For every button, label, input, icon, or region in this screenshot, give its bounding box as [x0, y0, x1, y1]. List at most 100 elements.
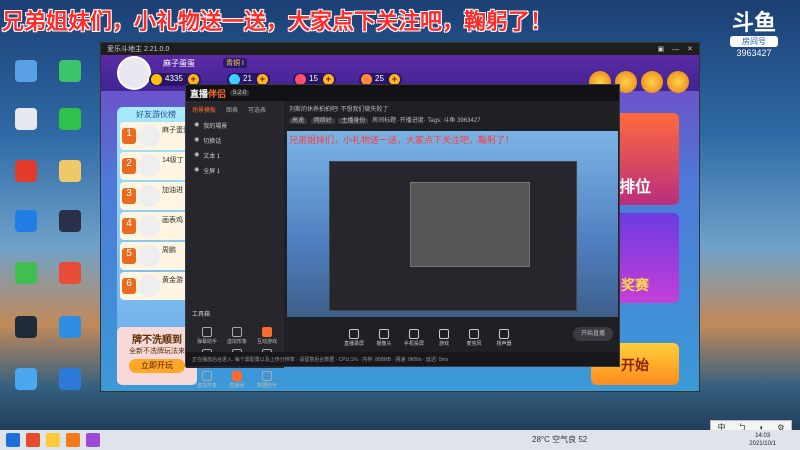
desktop-icon[interactable]	[48, 316, 92, 340]
avatar[interactable]	[117, 56, 151, 90]
friend-name: 加油进	[162, 187, 183, 194]
taskbar-app-icon[interactable]	[26, 433, 40, 447]
game-titlebar: 爱乐斗地主 2.21.0.0 ▣ — ✕	[101, 43, 699, 55]
friend-row[interactable]: 6 黄金游	[120, 272, 192, 300]
friend-row[interactable]: 5 周鹏	[120, 242, 192, 270]
room-label: 房间号	[730, 36, 778, 47]
scene-item[interactable]: ◉ 切换话	[186, 133, 284, 148]
restore-button[interactable]: ▣	[658, 45, 665, 53]
stream-app-window: 直播伴侣 5.2.0 场景模板 图表 可选表 ◉ 我的場景 ◉ 切换话 ◉ 文本 1 …	[185, 84, 620, 389]
eye-icon[interactable]: ◉	[194, 121, 199, 130]
stream-info: 刘斯的休养拍拍吧! 不想我们做失败了 高速 网络好 主播身份 房间标题 ·开播进…	[285, 101, 620, 125]
desktop-icon[interactable]	[48, 60, 92, 84]
desktop-icon[interactable]	[4, 368, 48, 392]
taskbar-app-icon[interactable]	[86, 433, 100, 447]
mic-icon	[469, 329, 479, 339]
tool-room[interactable]: 直播间	[222, 371, 252, 389]
scene-item[interactable]: ◉ 全屏 1	[186, 163, 284, 178]
toolbox-title: 工具箱	[192, 312, 211, 318]
friend-row[interactable]: 3 加油进	[120, 182, 192, 210]
room-number: 3963427	[736, 48, 772, 58]
eye-icon[interactable]: ◉	[194, 136, 199, 145]
coin-icon	[151, 74, 162, 85]
tool-danmaku[interactable]: 弹幕助手	[192, 327, 222, 345]
taskbar-app-icon[interactable]	[66, 433, 80, 447]
diamond-value: 21	[243, 74, 252, 83]
eye-icon[interactable]: ◉	[194, 166, 199, 175]
minimize-button[interactable]: —	[672, 46, 679, 53]
tag[interactable]: 主播身份	[338, 118, 369, 124]
desktop-icon[interactable]	[48, 210, 92, 234]
desktop-icon[interactable]	[4, 262, 48, 286]
microphone-button[interactable]: 麦克风	[463, 329, 485, 347]
screen-record-button[interactable]: 直播录屏	[343, 329, 365, 347]
camera-icon	[379, 329, 389, 339]
preview-caption: 兄弟姐妹们，小礼物送一送，大家点下关注吧，鞠躬了！	[289, 135, 515, 145]
friend-name: 黄金游	[162, 277, 183, 284]
mail-icon[interactable]	[641, 71, 663, 93]
desktop-icon[interactable]	[4, 60, 48, 84]
stream-info-line: 刘斯的休养拍拍吧! 不想我们做失败了	[289, 107, 389, 113]
scene-item[interactable]: ◉ 文本 1	[186, 148, 284, 163]
tag[interactable]: 高速	[289, 118, 308, 124]
friend-rank: 1	[122, 128, 136, 144]
tab-optional[interactable]: 可选表	[248, 105, 266, 114]
overlay-title: 兄弟姐妹们，小礼物送一送，大家点下关注吧，鞠躬了！	[2, 10, 553, 35]
desktop-icon[interactable]	[4, 160, 48, 184]
clock[interactable]: 14:03 2021/10/1	[749, 432, 776, 448]
desktop-icon[interactable]	[4, 210, 48, 234]
stream-logo: 直播伴侣	[190, 88, 227, 99]
friend-rank: 5	[122, 248, 136, 264]
desktop-icon[interactable]	[48, 160, 92, 184]
friend-name: 14级丁	[162, 157, 184, 164]
avatar	[138, 185, 160, 207]
camera-button[interactable]: 摄像头	[373, 329, 395, 347]
gold-value: 4335	[165, 74, 183, 83]
scene-item[interactable]: ◉ 我的場景	[186, 118, 284, 133]
avatar	[138, 215, 160, 237]
tool-avatar-2[interactable]: 虚拟形象	[192, 371, 222, 389]
taskbar-app-icon[interactable]	[46, 433, 60, 447]
start-icon[interactable]	[6, 433, 20, 447]
friend-rank: 4	[122, 218, 136, 234]
friend-row[interactable]: 2 14级丁	[120, 152, 192, 180]
avatar	[138, 155, 160, 177]
speaker-button[interactable]: 扬声器	[493, 329, 515, 347]
eye-icon[interactable]: ◉	[194, 151, 199, 160]
tool-data[interactable]: 数据助手	[252, 371, 282, 389]
game-button[interactable]: 游戏	[433, 329, 455, 347]
close-button[interactable]: ✕	[687, 45, 693, 53]
tool-game[interactable]: 互动游戏	[252, 327, 282, 345]
nested-preview-inner	[410, 182, 530, 267]
vip-badge: 青铜 I	[223, 58, 247, 68]
taskbar: 28°C 空气良 52 14:03 2021/10/1	[0, 430, 800, 450]
avatar	[138, 275, 160, 297]
tag[interactable]: 网络好	[310, 118, 335, 124]
menu-icon[interactable]	[667, 71, 689, 93]
phone-cast-button[interactable]: 手机投屏	[403, 329, 425, 347]
desktop-icon[interactable]	[4, 108, 48, 132]
stream-sidebar: 场景模板 图表 可选表 ◉ 我的場景 ◉ 切换话 ◉ 文本 1 ◉ 全屏 1 工具箱 弹…	[186, 101, 284, 389]
room-icon	[232, 371, 242, 381]
desktop-icon[interactable]	[4, 316, 48, 340]
stream-preview[interactable]: 兄弟姐妹们，小礼物送一送，大家点下关注吧，鞠躬了！	[287, 131, 618, 317]
room-badge: 斗鱼 房间号 3963427	[724, 12, 784, 58]
friend-row[interactable]: 4 画表鸡	[120, 212, 192, 240]
weather-widget[interactable]: 28°C 空气良 52	[532, 434, 587, 445]
desktop-icon[interactable]	[48, 262, 92, 286]
data-icon	[262, 371, 272, 381]
friend-rank: 3	[122, 188, 136, 204]
tab-charts[interactable]: 图表	[226, 105, 238, 114]
version-badge: 5.2.0	[230, 90, 250, 96]
go-live-button[interactable]: 开始直播	[573, 327, 613, 341]
desktop-icon[interactable]	[48, 368, 92, 392]
avatar	[138, 125, 160, 147]
scene-tabs: 场景模板 图表 可选表	[186, 101, 284, 118]
danmaku-icon	[202, 327, 212, 337]
play-now-button[interactable]: 立即开玩	[129, 359, 185, 373]
tool-avatar[interactable]: 虚拟形象	[222, 327, 252, 345]
screen-icon	[349, 329, 359, 339]
tab-scenes[interactable]: 场景模板	[192, 105, 216, 114]
friend-row[interactable]: 1 麻子蛋蛋	[120, 122, 192, 150]
desktop-icon[interactable]	[48, 108, 92, 132]
